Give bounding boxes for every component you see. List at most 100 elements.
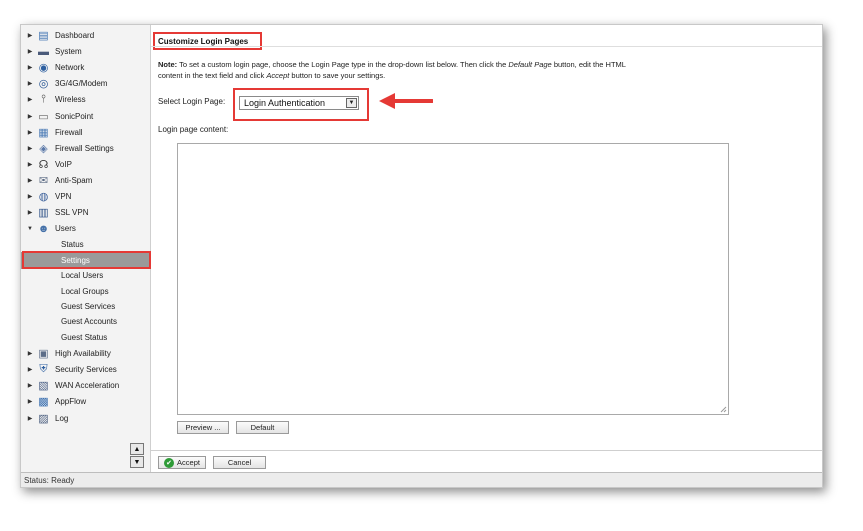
anti-spam-icon: ✉ [38,174,49,187]
sidebar-item-system[interactable]: ▶ ▬ System [21,44,150,59]
note-part3: button to save your settings. [289,71,386,80]
collapsed-triangle-icon[interactable]: ▶ [25,80,35,87]
sidebar-subitem-guest-services[interactable]: Guest Services [21,299,150,314]
accept-check-icon: ✔ [164,457,175,468]
sidebar-item-network[interactable]: ▶ ◉ Network [21,60,150,75]
cancel-button[interactable]: Cancel [213,456,266,469]
collapsed-triangle-icon[interactable]: ▶ [25,366,35,373]
page-title: Customize Login Pages [153,32,263,50]
status-bar: Status: Ready [21,472,822,487]
sidebar-item-label: Firewall [55,127,83,137]
users-icon: ☻ [37,222,50,235]
collapsed-triangle-icon[interactable]: ▶ [25,177,35,184]
collapsed-triangle-icon[interactable]: ▶ [25,113,35,120]
sidebar-subitem-label: Status [61,240,84,250]
sidebar-item-wan-acceleration[interactable]: ▶ ▧ WAN Acceleration [21,378,150,393]
security-services-icon: ⛨ [39,363,48,376]
sidebar-subitem-label: Guest Services [61,301,116,311]
high-availability-icon: ▣ [38,348,49,361]
accept-button-label: Accept [177,458,200,467]
sidebar-item-label: VPN [55,192,72,201]
sidebar-item-label: AppFlow [55,397,87,407]
sidebar-item-label: SonicPoint [55,111,94,121]
sidebar-item-high-availability[interactable]: ▶ ▣ High Availability [21,346,150,361]
collapsed-triangle-icon[interactable]: ▶ [25,382,35,389]
collapsed-triangle-icon[interactable]: ▶ [25,415,35,422]
sidebar-subitem-label: Guest Status [61,332,108,342]
sonicpoint-icon: ▭ [38,110,49,123]
expanded-triangle-icon[interactable]: ▼ [25,226,35,232]
sidebar-item-appflow[interactable]: ▶ ▩ AppFlow [21,394,150,409]
sidebar-subitem-local-groups[interactable]: Local Groups [21,284,150,299]
sidebar-subitem-guest-status[interactable]: Guest Status [21,330,150,345]
cancel-button-label: Cancel [227,458,252,467]
sidebar-item-label: SSL VPN [55,208,89,218]
sidebar-subitem-local-users[interactable]: Local Users [21,268,150,283]
dropdown-arrow-icon[interactable]: ▼ [346,98,357,108]
sidebar-item-label: Anti-Spam [55,175,93,185]
sidebar-item-3g-4g-modem[interactable]: ▶ ◎ 3G/4G/Modem [21,76,150,91]
sidebar-nav: ▶ ▤ Dashboard ▶ ▬ System ▶ ◉ Network ▶ ◎ 3G/4G/Mode… [21,25,151,472]
preview-button[interactable]: Preview ... [177,421,229,434]
collapsed-triangle-icon[interactable]: ▶ [25,145,35,152]
sidebar-item-label: Log [55,413,69,423]
note-accept: Accept [266,71,290,80]
scroll-up-button[interactable]: ▲ [130,443,144,455]
sidebar-item-label: System [55,47,82,57]
sidebar-item-security-services[interactable]: ▶ ⛨ Security Services [21,362,150,377]
note-default-page: Default Page [508,60,552,69]
default-button[interactable]: Default [236,421,289,434]
sidebar-subitem-label: Local Groups [61,286,109,296]
sidebar-subitem-settings[interactable]: Settings [21,251,150,269]
sidebar-item-label: VoIP [55,159,72,169]
title-divider [151,46,822,47]
sidebar-item-firewall-settings[interactable]: ▶ ◈ Firewall Settings [21,141,150,156]
sidebar-subitem-status[interactable]: Status [21,237,150,252]
sidebar-subitem-label: Guest Accounts [61,317,118,327]
collapsed-triangle-icon[interactable]: ▶ [25,161,35,168]
note-part1: To set a custom login page, choose the L… [177,60,509,69]
sidebar-item-wireless[interactable]: ▶ ⫯ Wireless [21,92,150,107]
wan-acceleration-icon: ▧ [38,380,49,393]
sidebar-item-ssl-vpn[interactable]: ▶ ▥ SSL VPN [21,205,150,220]
scroll-down-button[interactable]: ▼ [130,456,144,468]
login-page-select[interactable]: Login Authentication ▼ [239,96,359,110]
sidebar-item-label: Dashboard [55,31,95,40]
triangle-down-icon: ▼ [133,458,141,466]
collapsed-triangle-icon[interactable]: ▶ [25,193,35,200]
sidebar-item-vpn[interactable]: ▶ ◍ VPN [21,189,150,204]
firewall-settings-icon: ◈ [39,142,48,155]
note-bold: Note: [158,60,178,69]
resize-grip-icon[interactable] [720,406,727,413]
sidebar-item-label: Wireless [55,95,86,105]
login-page-select-value: Login Authentication [244,98,326,108]
sidebar-item-anti-spam[interactable]: ▶ ✉ Anti-Spam [21,173,150,188]
triangle-up-icon: ▲ [133,445,141,453]
login-page-content-label: Login page content: [158,125,229,134]
accept-button[interactable]: ✔ Accept [158,456,206,469]
collapsed-triangle-icon[interactable]: ▶ [25,48,35,55]
collapsed-triangle-icon[interactable]: ▶ [25,64,35,71]
sidebar-item-log[interactable]: ▶ ▨ Log [21,411,150,426]
collapsed-triangle-icon[interactable]: ▶ [25,129,35,136]
firewall-icon: ▦ [38,126,49,139]
sidebar-subitem-label: Settings [61,255,90,265]
sidebar-item-label: Network [55,63,85,73]
sidebar-subitem-guest-accounts[interactable]: Guest Accounts [21,314,150,329]
login-page-content-textarea[interactable] [177,143,729,415]
sidebar-item-firewall[interactable]: ▶ ▦ Firewall [21,125,150,140]
appflow-icon: ▩ [38,396,49,409]
collapsed-triangle-icon[interactable]: ▶ [25,209,35,216]
sidebar-item-dashboard[interactable]: ▶ ▤ Dashboard [21,28,150,43]
collapsed-triangle-icon[interactable]: ▶ [25,350,35,357]
sidebar-item-users[interactable]: ▼ ☻ Users [21,221,150,236]
vpn-icon: ◍ [38,191,49,203]
collapsed-triangle-icon[interactable]: ▶ [25,398,35,405]
sidebar-item-voip[interactable]: ▶ ☊ VoIP [21,157,150,172]
default-button-label: Default [250,423,275,432]
collapsed-triangle-icon[interactable]: ▶ [25,96,35,103]
collapsed-triangle-icon[interactable]: ▶ [25,32,35,39]
sidebar-item-sonicpoint[interactable]: ▶ ▭ SonicPoint [21,109,150,124]
sidebar-subitem-label: Local Users [61,271,104,281]
sidebar-item-label: Security Services [55,365,117,375]
